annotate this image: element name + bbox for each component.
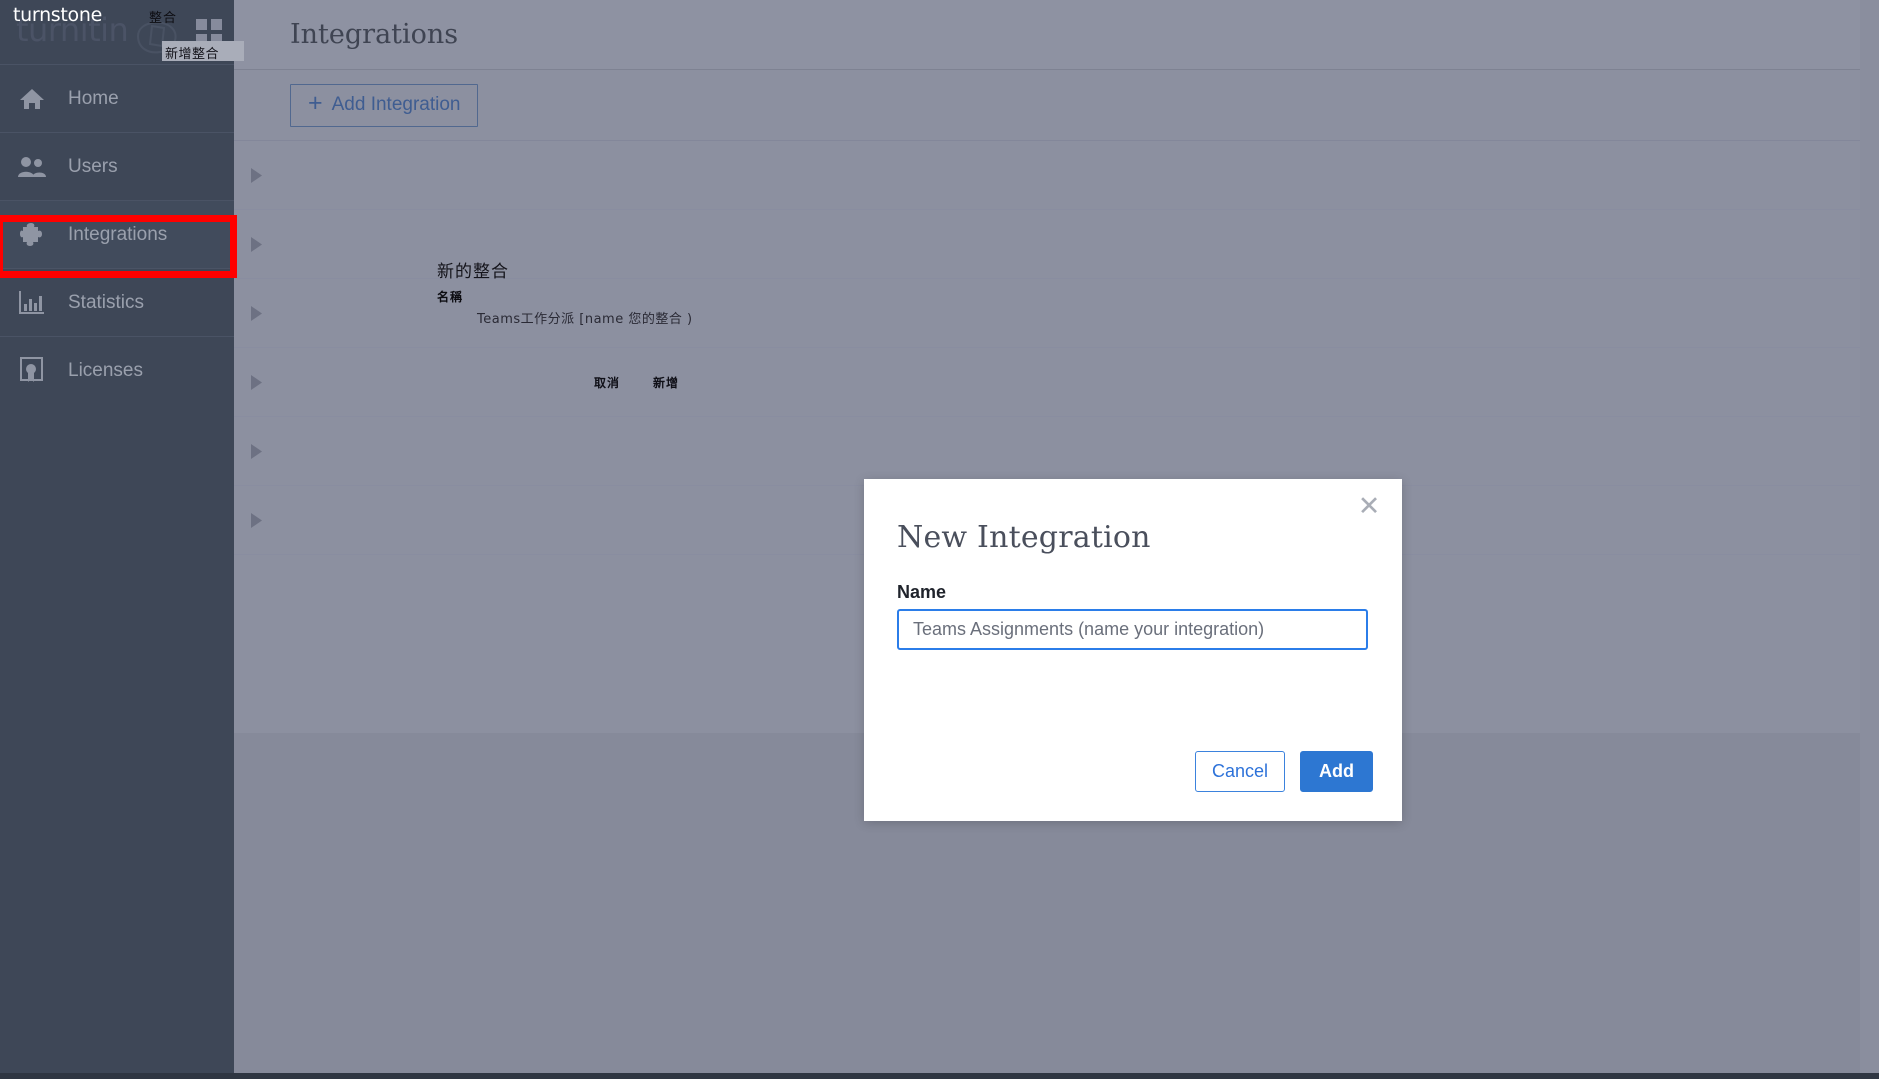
add-integration-button-label: Add Integration bbox=[331, 94, 461, 115]
app-root: turnitin turnstone 整合 新增整合 Home Users In… bbox=[0, 0, 1879, 1079]
sidebar: turnitin turnstone 整合 新增整合 Home Users In… bbox=[0, 0, 244, 1073]
table-row[interactable] bbox=[234, 141, 1879, 210]
sidebar-item-users-label: Users bbox=[68, 155, 118, 177]
new-integration-dialog: ✕ New Integration Name Cancel Add bbox=[864, 479, 1402, 821]
dialog-actions: Cancel Add bbox=[1194, 751, 1373, 792]
sidebar-item-licenses[interactable]: Licenses bbox=[0, 336, 234, 404]
page-title: Integrations bbox=[290, 19, 459, 50]
cancel-button[interactable]: Cancel bbox=[1194, 751, 1285, 792]
page-header: Integrations bbox=[234, 0, 1879, 70]
caret-right-icon[interactable] bbox=[242, 443, 270, 460]
window-bottom-strip bbox=[0, 1073, 1879, 1079]
plus-icon: + bbox=[308, 89, 323, 117]
sidebar-item-licenses-label: Licenses bbox=[68, 359, 143, 381]
table-row[interactable] bbox=[234, 210, 1879, 279]
home-icon bbox=[14, 84, 50, 114]
table-row[interactable] bbox=[234, 348, 1879, 417]
bar-chart-icon bbox=[14, 288, 50, 318]
caret-right-icon[interactable] bbox=[242, 512, 270, 529]
add-integration-button[interactable]: + Add Integration bbox=[290, 83, 479, 127]
certificate-icon bbox=[14, 356, 50, 386]
toolbar: + Add Integration bbox=[234, 70, 1879, 140]
table-row[interactable] bbox=[234, 417, 1879, 486]
cn-add-integration-toast: 新增整合 bbox=[162, 41, 244, 62]
add-button[interactable]: Add bbox=[1300, 751, 1373, 792]
table-row[interactable] bbox=[234, 279, 1879, 348]
caret-right-icon[interactable] bbox=[242, 374, 270, 391]
caret-right-icon[interactable] bbox=[242, 236, 270, 253]
users-icon bbox=[14, 152, 50, 182]
sidebar-item-home-label: Home bbox=[68, 87, 119, 109]
puzzle-piece-icon bbox=[14, 220, 50, 250]
name-input[interactable] bbox=[897, 609, 1368, 650]
sidebar-item-integrations-label: Integrations bbox=[68, 223, 168, 245]
sidebar-item-integrations[interactable]: Integrations bbox=[0, 200, 234, 268]
caret-right-icon[interactable] bbox=[242, 305, 270, 322]
sidebar-item-home[interactable]: Home bbox=[0, 64, 234, 132]
sidebar-item-statistics[interactable]: Statistics bbox=[0, 268, 234, 336]
right-gutter bbox=[1860, 0, 1879, 1079]
name-field-label: Name bbox=[897, 582, 947, 602]
caret-right-icon[interactable] bbox=[242, 167, 270, 184]
cn-add-integration-toast-label: 新增整合 bbox=[165, 47, 220, 62]
cn-integration-label: 整合 bbox=[149, 11, 178, 26]
sidebar-item-users[interactable]: Users bbox=[0, 132, 234, 200]
sidebar-item-statistics-label: Statistics bbox=[68, 291, 145, 313]
dialog-title: New Integration bbox=[897, 520, 1151, 555]
brand-overlay-name: turnstone bbox=[13, 4, 103, 26]
close-icon[interactable]: ✕ bbox=[1352, 489, 1386, 523]
